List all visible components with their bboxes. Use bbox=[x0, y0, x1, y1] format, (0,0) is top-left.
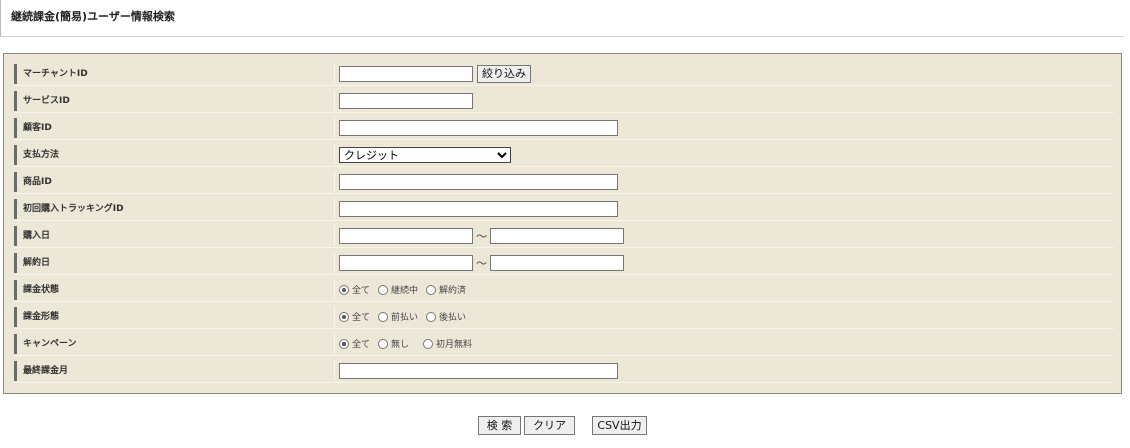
radio-unselected-icon[interactable] bbox=[426, 311, 437, 322]
row-billing-status: 課金状態 全て 継続中 解約済 bbox=[14, 277, 1114, 302]
service-id-label: サービスID bbox=[14, 91, 334, 111]
row-customer-id: 顧客ID bbox=[14, 115, 1114, 140]
merchant-id-input[interactable] bbox=[339, 65, 473, 82]
radio-unselected-icon[interactable] bbox=[378, 311, 389, 322]
merchant-id-label: マーチャントID bbox=[14, 64, 334, 84]
radio-selected-icon[interactable] bbox=[339, 284, 349, 295]
campaign-none-radio[interactable]: 無し bbox=[378, 337, 409, 350]
row-last-billing-month: 最終課金月 bbox=[14, 358, 1114, 383]
search-button[interactable]: 検 索 bbox=[478, 416, 521, 435]
action-bar: 検 索 クリア CSV出力 bbox=[0, 416, 1130, 436]
row-service-id: サービスID bbox=[14, 88, 1114, 113]
row-payment-method: 支払方法 クレジット bbox=[14, 142, 1114, 167]
service-id-input[interactable] bbox=[339, 92, 473, 109]
radio-selected-icon[interactable] bbox=[339, 311, 349, 322]
search-form-panel: マーチャントID 絞り込み サービスID 顧客ID 支払方法 クレジット 商品I… bbox=[3, 53, 1122, 394]
cancel-date-from-input[interactable] bbox=[339, 254, 473, 271]
billing-type-prepaid-radio[interactable]: 前払い bbox=[378, 310, 418, 323]
product-id-label: 商品ID bbox=[14, 172, 334, 192]
cancel-date-to-input[interactable] bbox=[490, 254, 624, 271]
payment-method-label: 支払方法 bbox=[14, 145, 334, 165]
row-tracking-id: 初回購入トラッキングID bbox=[14, 196, 1114, 221]
last-billing-month-label: 最終課金月 bbox=[14, 361, 334, 381]
page-title: 継続課金(簡易)ユーザー情報検索 bbox=[11, 10, 175, 23]
row-billing-type: 課金形態 全て 前払い 後払い bbox=[14, 304, 1114, 329]
tracking-id-label: 初回購入トラッキングID bbox=[14, 199, 334, 219]
purchase-date-from-input[interactable] bbox=[339, 227, 473, 244]
product-id-input[interactable] bbox=[339, 173, 618, 190]
filter-button[interactable]: 絞り込み bbox=[477, 64, 531, 83]
clear-button[interactable]: クリア bbox=[524, 416, 575, 435]
row-cancel-date: 解約日 ～ bbox=[14, 250, 1114, 275]
campaign-first-month-free-radio[interactable]: 初月無料 bbox=[423, 337, 472, 350]
cancel-date-label: 解約日 bbox=[14, 253, 334, 273]
page-header: 継続課金(簡易)ユーザー情報検索 bbox=[0, 0, 1124, 37]
radio-unselected-icon[interactable] bbox=[378, 338, 389, 349]
row-product-id: 商品ID bbox=[14, 169, 1114, 194]
date-range-separator: ～ bbox=[476, 229, 487, 243]
csv-export-button[interactable]: CSV出力 bbox=[592, 416, 647, 435]
radio-unselected-icon[interactable] bbox=[423, 338, 434, 349]
tracking-id-input[interactable] bbox=[339, 200, 618, 217]
billing-status-active-radio[interactable]: 継続中 bbox=[378, 283, 418, 296]
billing-type-label: 課金形態 bbox=[14, 307, 334, 327]
purchase-date-to-input[interactable] bbox=[490, 227, 624, 244]
payment-method-select[interactable]: クレジット bbox=[339, 146, 511, 163]
purchase-date-label: 購入日 bbox=[14, 226, 334, 246]
radio-unselected-icon[interactable] bbox=[378, 284, 389, 295]
date-range-separator: ～ bbox=[476, 256, 487, 270]
radio-unselected-icon[interactable] bbox=[426, 284, 437, 295]
billing-status-cancelled-radio[interactable]: 解約済 bbox=[426, 283, 466, 296]
last-billing-month-input[interactable] bbox=[339, 362, 618, 379]
row-campaign: キャンペーン 全て 無し 初月無料 bbox=[14, 331, 1114, 356]
billing-status-label: 課金状態 bbox=[14, 280, 334, 300]
billing-type-all-radio[interactable]: 全て bbox=[339, 310, 370, 323]
billing-status-all-radio[interactable]: 全て bbox=[339, 283, 370, 296]
customer-id-input[interactable] bbox=[339, 119, 618, 136]
row-merchant-id: マーチャントID 絞り込み bbox=[14, 61, 1114, 86]
radio-selected-icon[interactable] bbox=[339, 338, 349, 349]
campaign-label: キャンペーン bbox=[14, 334, 334, 354]
row-purchase-date: 購入日 ～ bbox=[14, 223, 1114, 248]
customer-id-label: 顧客ID bbox=[14, 118, 334, 138]
billing-type-postpaid-radio[interactable]: 後払い bbox=[426, 310, 466, 323]
campaign-all-radio[interactable]: 全て bbox=[339, 337, 370, 350]
